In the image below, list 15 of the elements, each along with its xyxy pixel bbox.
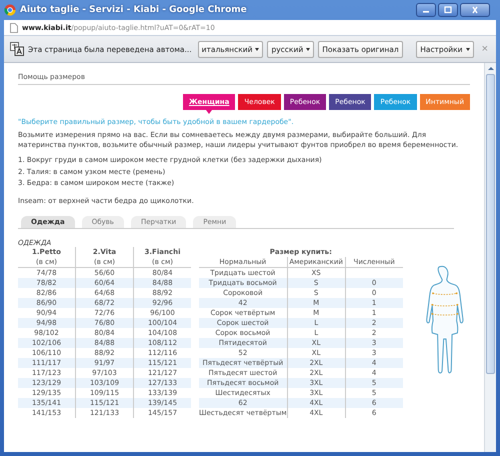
- scroll-up-icon: [488, 67, 494, 70]
- close-icon: [470, 6, 480, 14]
- minimize-button[interactable]: [416, 3, 436, 17]
- scroll-thumb[interactable]: [486, 74, 495, 374]
- maximize-icon: [443, 6, 453, 14]
- window-title: Aiuto taglie - Servizi - Kiabi - Google Chrome: [20, 5, 248, 15]
- scrollbar[interactable]: [484, 63, 496, 452]
- caret-icon: [255, 48, 260, 50]
- caret-icon: [306, 48, 310, 50]
- close-button[interactable]: [460, 3, 490, 17]
- page-icon: [10, 22, 18, 32]
- translate-icon: [10, 42, 24, 56]
- maximize-button[interactable]: [438, 3, 458, 17]
- caret-icon: [466, 48, 470, 50]
- browser-logo-icon: [4, 4, 16, 16]
